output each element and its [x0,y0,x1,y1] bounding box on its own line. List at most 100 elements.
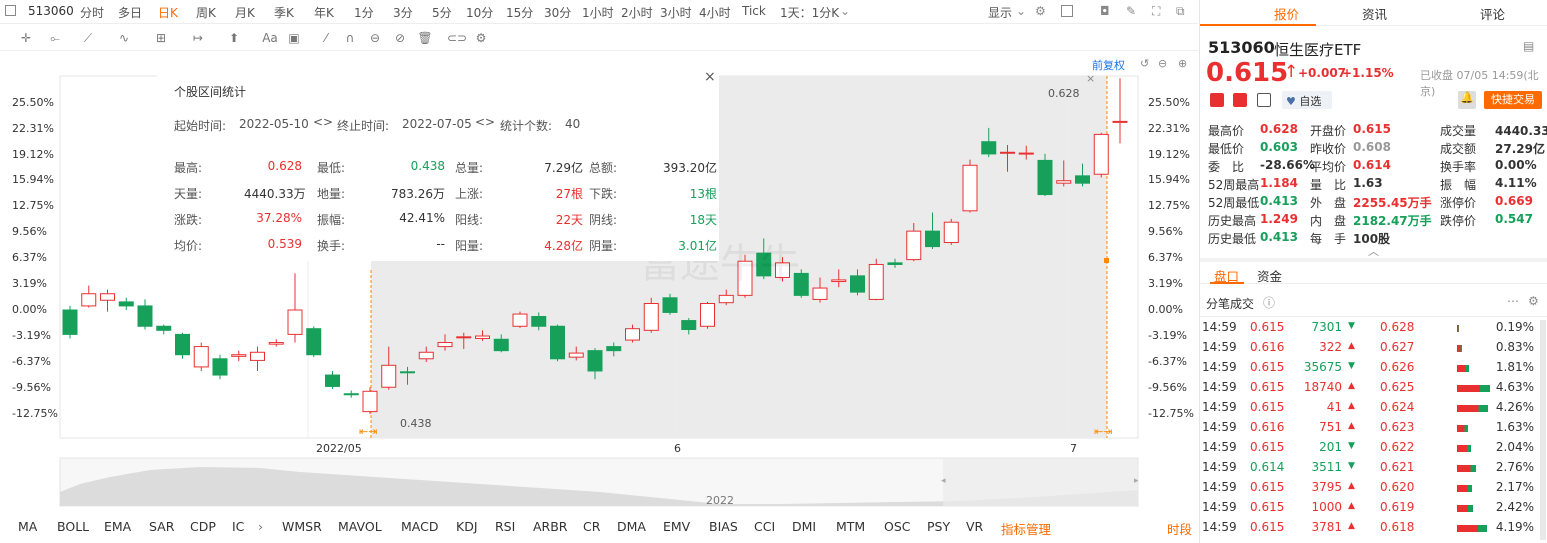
bell-icon[interactable]: 🔔 [1458,91,1476,109]
candle[interactable] [437,342,453,348]
tab-news[interactable]: 资讯 [1362,4,1387,23]
adjust-icon[interactable]: <> [475,115,495,129]
arrow-tool-icon[interactable]: ⬆ [226,30,242,46]
period-tab[interactable]: 年K [314,4,334,21]
note-tool-icon[interactable]: ▣ [286,30,302,46]
candle[interactable] [362,390,378,413]
channel-tool-icon[interactable]: ⟋ [80,30,96,46]
indicator-tab[interactable]: KDJ [456,519,478,534]
period-tab[interactable]: 10分 [466,4,493,21]
period-tab[interactable]: 5分 [432,4,452,21]
tab-capital[interactable]: 资金 [1257,266,1282,285]
info-icon[interactable]: ⓘ [1263,294,1275,311]
fullscreen-icon[interactable]: ⛶ [1152,4,1160,19]
chevron-right-icon[interactable]: › [258,519,263,534]
ruler-icon[interactable]: ⁄ [318,30,334,46]
candle[interactable] [568,352,584,358]
navigator-window[interactable] [943,458,1138,506]
tab-quote[interactable]: 报价 [1274,4,1299,23]
line-tool-icon[interactable]: ⟜ [45,30,65,46]
candle[interactable] [550,325,565,360]
delete-icon[interactable]: 🗑 [417,30,433,46]
zoom-out-icon[interactable]: ⊖ [1158,57,1167,70]
candle[interactable] [943,221,959,244]
range-end-handle[interactable] [1104,258,1109,263]
interval-select[interactable]: 1天：1分K [780,4,839,21]
indicator-tab[interactable]: PSY [927,519,950,534]
candle[interactable] [343,393,359,396]
indicator-tab[interactable]: BIAS [709,519,738,534]
indicator-tab[interactable]: WMSR [282,519,322,534]
candle[interactable] [193,346,209,368]
indicator-tab[interactable]: MA [18,519,37,534]
range-tool-icon[interactable]: ↦ [190,30,206,46]
candle[interactable] [962,164,978,212]
candle[interactable] [1037,159,1053,196]
more-icon[interactable]: ⋯ [1507,294,1519,308]
candle[interactable] [906,230,922,261]
indicator-tab[interactable]: RSI [495,519,515,534]
candle[interactable] [681,320,697,331]
candle[interactable] [400,371,415,374]
magnet-icon[interactable]: ∩ [342,30,358,46]
close-icon[interactable]: × [1086,72,1095,85]
tab-comments[interactable]: 评论 [1480,4,1505,23]
candle[interactable] [475,335,490,339]
candle[interactable] [175,333,190,356]
candle[interactable] [456,336,472,339]
period-tab[interactable]: 1小时 [582,4,614,21]
candle[interactable] [250,351,265,361]
candle[interactable] [62,309,78,335]
flash-icon[interactable] [1233,93,1247,107]
indicator-tab[interactable]: MTM [836,519,865,534]
candle[interactable] [606,346,622,352]
indicator-tab[interactable]: CCI [754,519,775,534]
candle[interactable] [587,350,603,372]
reset-icon[interactable]: ↺ [1140,57,1149,70]
candle[interactable] [156,325,172,331]
indicator-tab[interactable]: ARBR [533,519,568,534]
camera-icon[interactable]: ◘ [1100,4,1110,18]
indicator-tab[interactable]: VR [966,519,983,534]
adjust-icon[interactable]: <> [313,115,333,129]
session-button[interactable]: 时段 [1167,519,1192,538]
save-icon[interactable] [1257,93,1271,107]
crosshair-icon[interactable]: ✛ [18,30,34,46]
period-tab[interactable]: 分时 [80,4,104,21]
candle[interactable] [700,302,715,327]
period-tab[interactable]: 月K [235,4,255,21]
indicator-tab[interactable]: SAR [149,519,174,534]
navigator-left-handle[interactable]: ◂ [941,476,946,486]
candle[interactable] [325,374,340,387]
checkbox-icon[interactable] [5,5,16,16]
candle[interactable] [812,287,828,300]
candle[interactable] [268,342,284,345]
period-tab-active[interactable]: 日K [158,4,178,21]
candle[interactable] [100,293,115,301]
period-tab[interactable]: 30分 [544,4,571,21]
indicator-tab[interactable]: EMA [104,519,131,534]
indicator-tab[interactable]: EMV [663,519,690,534]
period-tab[interactable]: 15分 [506,4,533,21]
candle[interactable] [718,294,734,304]
detail-icon[interactable]: ▤ [1523,39,1534,53]
candle[interactable] [512,313,528,327]
measure-tool-icon[interactable]: ⊞ [153,30,169,46]
indicator-tab[interactable]: MACD [401,519,438,534]
period-tab[interactable]: 1分 [354,4,374,21]
candle[interactable] [1018,152,1034,155]
candle[interactable] [231,354,247,357]
candle[interactable] [137,305,153,327]
settings-icon[interactable]: ⚙ [473,30,489,46]
period-tab[interactable]: Tick [742,4,766,18]
candle[interactable] [212,358,228,376]
candle[interactable] [306,328,322,356]
period-tab[interactable]: 季K [274,4,294,21]
gear-icon[interactable]: ⚙ [1035,4,1046,18]
start-date[interactable]: 2022-05-10 [239,117,309,131]
candle[interactable] [381,364,397,388]
range-end-marker[interactable]: ⇤⇥ [1094,425,1112,438]
indicator-tab[interactable]: DMA [617,519,646,534]
candle[interactable] [887,262,903,265]
candle[interactable] [531,316,547,327]
